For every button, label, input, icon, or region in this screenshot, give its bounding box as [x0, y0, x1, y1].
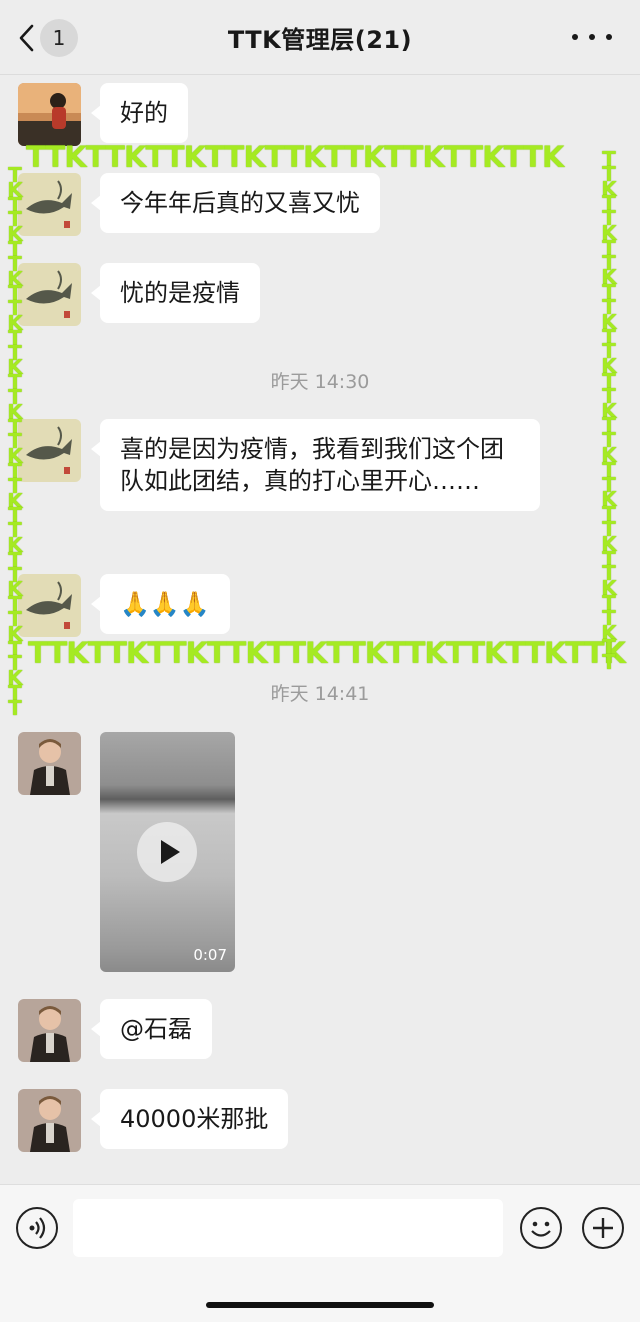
- message-bubble[interactable]: 喜的是因为疫情，我看到我们这个团队如此团结，真的打心里开心……: [91, 419, 540, 511]
- avatar[interactable]: [18, 83, 81, 146]
- dot-icon: [589, 34, 595, 40]
- message-row: 🙏🙏🙏: [18, 574, 230, 637]
- dot-icon: [606, 34, 612, 40]
- message-row: 好的: [18, 83, 188, 146]
- message-row: 喜的是因为疫情，我看到我们这个团队如此团结，真的打心里开心……: [18, 419, 540, 511]
- more-options-button[interactable]: [572, 22, 612, 52]
- timestamp: 昨天 14:30: [270, 371, 370, 393]
- voice-icon[interactable]: [16, 1207, 58, 1249]
- avatar[interactable]: [18, 173, 81, 236]
- message-bubble[interactable]: @石磊: [91, 999, 212, 1059]
- dot-icon: [572, 34, 578, 40]
- avatar[interactable]: [18, 999, 81, 1062]
- avatar[interactable]: [18, 263, 81, 326]
- watermark-right: TTKTTKTTKTTKTTKTTKTTKTTKTTKTTKTTKTT: [601, 147, 617, 675]
- home-indicator: [206, 1302, 434, 1308]
- watermark-left: TKTTKTTKTTKTTKTTKTTKTTKTTKTTKTTKTTKTT: [7, 163, 23, 720]
- message-row: 0:07: [18, 732, 235, 972]
- message-row: @石磊: [18, 999, 212, 1062]
- watermark-bottom: TTKTTKTTKTTKTTKTTKTTKTTKTTKTTK: [28, 636, 626, 670]
- message-bubble[interactable]: 40000米那批: [90, 1089, 289, 1149]
- watermark-top: TTKTTKTTKTTKTTKTTKTTKTTKTTK: [26, 140, 564, 174]
- message-input[interactable]: [73, 1199, 503, 1257]
- message-row: 忧的是疫情: [18, 263, 260, 326]
- chat-title: TTK管理层(21): [227, 26, 413, 54]
- chat-header: 1 TTK管理层(21): [0, 0, 640, 75]
- message-bubble[interactable]: 今年年后真的又喜又忧: [91, 173, 380, 233]
- avatar[interactable]: [18, 419, 81, 482]
- plus-icon[interactable]: [582, 1207, 624, 1249]
- message-bubble[interactable]: 忧的是疫情: [91, 263, 260, 323]
- video-message[interactable]: 0:07: [100, 732, 235, 972]
- message-bubble[interactable]: 好的: [91, 83, 188, 143]
- emoji-icon[interactable]: [520, 1207, 562, 1249]
- message-row: 40000米那批: [18, 1089, 289, 1152]
- message-row: 今年年后真的又喜又忧: [18, 173, 380, 236]
- video-duration: 0:07: [193, 946, 227, 964]
- avatar[interactable]: [18, 732, 81, 795]
- message-list[interactable]: 好的 今年年后真的又喜又忧 忧的是疫情 昨天 14:30 喜的是因为疫情，我看到…: [0, 74, 640, 1184]
- avatar[interactable]: [18, 1089, 81, 1152]
- avatar[interactable]: [18, 574, 81, 637]
- timestamp: 昨天 14:41: [270, 683, 370, 705]
- message-bubble[interactable]: 🙏🙏🙏: [91, 574, 230, 634]
- play-icon[interactable]: [137, 822, 197, 882]
